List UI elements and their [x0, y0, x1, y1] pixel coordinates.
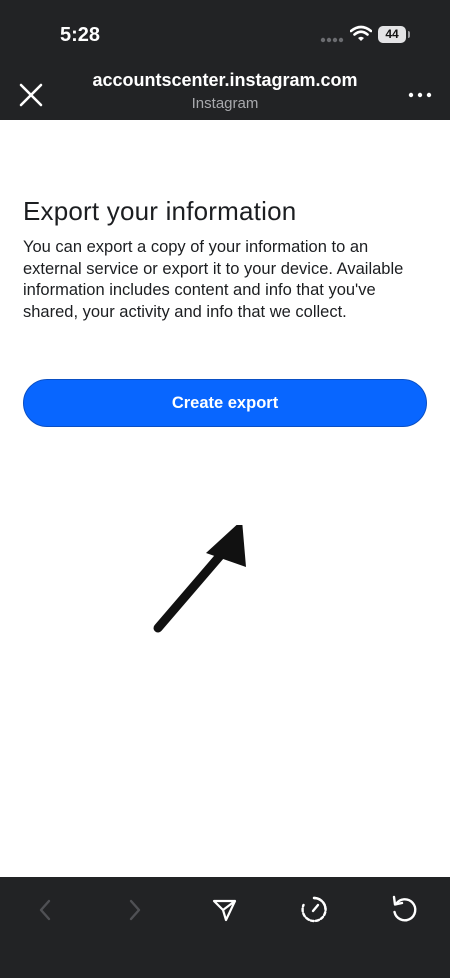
create-export-button[interactable]: Create export: [23, 379, 427, 427]
reload-icon[interactable]: [382, 887, 426, 931]
gauge-icon[interactable]: [292, 887, 336, 931]
send-icon[interactable]: [202, 887, 246, 931]
browser-url-title: accountscenter.instagram.com: [92, 70, 358, 90]
chevron-left-icon[interactable]: [23, 887, 67, 931]
wifi-icon: [350, 25, 372, 41]
page-title: Export your information: [23, 196, 297, 226]
browser-header: 5:28 44 accountscenter.instagram.com Ins…: [0, 0, 450, 120]
status-icons: 44: [320, 25, 435, 46]
battery-nub: [408, 31, 410, 38]
page-description: You can export a copy of your informatio…: [23, 238, 404, 321]
chevron-right-icon[interactable]: [113, 887, 157, 931]
status-time: 5:28: [60, 24, 101, 46]
page-content: Export your information You can export a…: [0, 120, 450, 877]
browser-toolbar: [0, 877, 450, 978]
more-dots-icon[interactable]: [405, 88, 435, 102]
annotation-arrow: [153, 525, 246, 633]
battery-indicator: 44: [378, 26, 406, 43]
browser-url-subtitle: Instagram: [191, 95, 259, 112]
cellular-signal-icon: [320, 37, 344, 43]
